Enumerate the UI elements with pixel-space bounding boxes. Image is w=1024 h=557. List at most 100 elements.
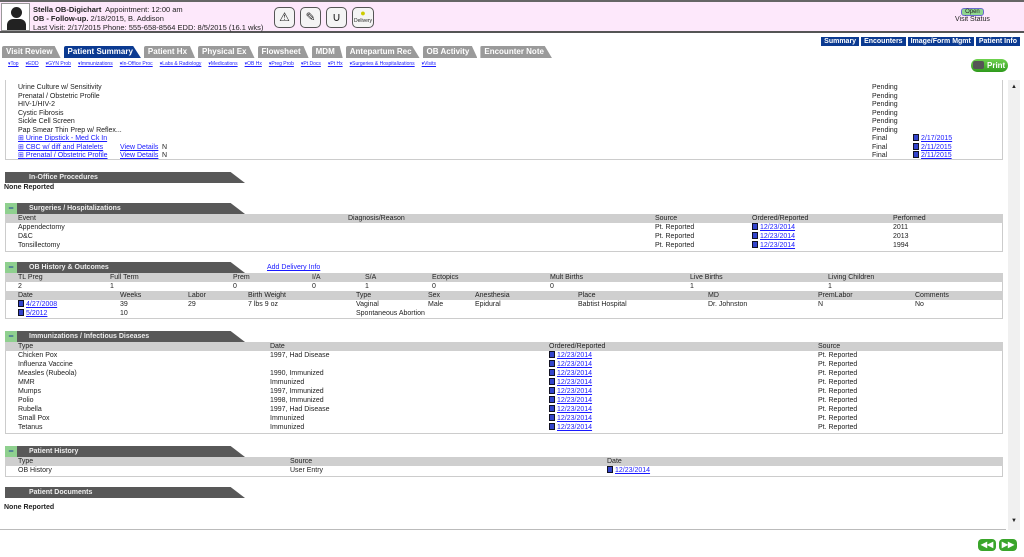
collapse-icon[interactable]: − (5, 262, 17, 273)
document-icon[interactable] (913, 151, 919, 158)
tab-visit-review[interactable]: Visit Review (2, 46, 61, 58)
table-cell[interactable]: 12/23/2014 (549, 423, 592, 432)
table-cell[interactable]: 5/2012 (18, 309, 47, 318)
anchor-link[interactable]: ▾GYN Prob (46, 61, 71, 67)
document-icon[interactable] (549, 414, 555, 421)
tab-physical-ex[interactable]: Physical Ex (198, 46, 255, 58)
date-link[interactable]: 12/23/2014 (760, 224, 795, 231)
expand-icon[interactable]: ⊞ (18, 144, 26, 151)
collapse-icon[interactable]: − (5, 446, 17, 457)
visit-status[interactable]: Open Visit Status (955, 8, 990, 23)
date-link[interactable]: 12/23/2014 (557, 370, 592, 377)
tab-antepartum-rec[interactable]: Antepartum Rec (345, 46, 420, 58)
date-link[interactable]: 2/11/2015 (921, 152, 952, 159)
table-cell[interactable]: 12/23/2014 (549, 414, 592, 423)
anchor-link[interactable]: ▾In-Office Proc (120, 61, 153, 67)
table-cell[interactable]: 12/23/2014 (752, 241, 795, 250)
document-icon[interactable] (549, 423, 555, 430)
table-cell[interactable]: 12/23/2014 (549, 396, 592, 405)
date-link[interactable]: 12/23/2014 (557, 379, 592, 386)
document-icon[interactable] (18, 300, 24, 307)
document-icon[interactable] (752, 232, 758, 239)
document-icon[interactable] (549, 351, 555, 358)
visit-status-badge[interactable]: Open (961, 8, 984, 16)
tab-patient-summary[interactable]: Patient Summary (63, 46, 141, 58)
anchor-link[interactable]: ▾Top (8, 61, 19, 67)
document-icon[interactable] (549, 369, 555, 376)
anchor-link[interactable]: ▾Preg Prob (269, 61, 294, 67)
lab-name-link[interactable]: ⊞ Prenatal / Obstetric Profile (18, 151, 108, 160)
alert-icon[interactable]: ⚠ (274, 7, 295, 28)
date-link[interactable]: 4/27/2008 (26, 301, 57, 308)
tab-flowsheet[interactable]: Flowsheet (257, 46, 309, 58)
document-icon[interactable] (752, 223, 758, 230)
nav-summary[interactable]: Summary (821, 37, 860, 46)
anchor-link[interactable]: ▾EDD (26, 61, 39, 67)
lab-name[interactable]: CBC w/ diff and Platelets (26, 144, 103, 151)
anchor-link[interactable]: ▾Immunizations (78, 61, 113, 67)
document-icon[interactable] (18, 309, 24, 316)
nav-patient-info[interactable]: Patient Info (975, 37, 1020, 46)
document-icon[interactable] (549, 378, 555, 385)
date-link[interactable]: 12/23/2014 (557, 388, 592, 395)
delivery-button[interactable]: ● Delivery (352, 7, 374, 28)
stethoscope-icon[interactable]: ∪ (326, 7, 347, 28)
print-button[interactable]: Print (971, 59, 1008, 72)
anchor-link[interactable]: ▾Labs & Radiology (160, 61, 202, 67)
date-link[interactable]: 2/17/2015 (921, 135, 952, 142)
document-icon[interactable] (752, 241, 758, 248)
previous-button[interactable]: ◀◀ (978, 539, 996, 551)
date-link[interactable]: 12/23/2014 (557, 415, 592, 422)
table-cell[interactable]: 12/23/2014 (752, 232, 795, 241)
table-cell[interactable]: 4/27/2008 (18, 300, 57, 309)
tab-patient-hx[interactable]: Patient Hx (143, 46, 196, 58)
date-link[interactable]: 2/11/2015 (921, 144, 952, 151)
anchor-link[interactable]: ▾Pt Docs (301, 61, 321, 67)
tab-ob-activity[interactable]: OB Activity (422, 46, 478, 58)
anchor-link[interactable]: ▾OB Hx (245, 61, 262, 67)
add-delivery-info-link[interactable]: Add Delivery Info (267, 264, 320, 271)
table-cell[interactable]: 12/23/2014 (549, 387, 592, 396)
document-icon[interactable] (913, 142, 919, 150)
anchor-link[interactable]: ▾Pt Hx (328, 61, 343, 67)
anchor-link[interactable]: ▾Medications (208, 61, 237, 67)
document-icon[interactable] (549, 360, 555, 367)
date-link[interactable]: 5/2012 (26, 310, 47, 317)
date-link[interactable]: 12/23/2014 (557, 361, 592, 368)
expand-icon[interactable]: ⊞ (18, 152, 26, 159)
document-icon[interactable] (549, 396, 555, 403)
anchor-link[interactable]: ▾Visits (422, 61, 436, 67)
date-link[interactable]: 12/23/2014 (760, 242, 795, 249)
lab-name[interactable]: Urine Dipstick - Med Ck In (26, 135, 107, 142)
collapse-icon[interactable]: − (5, 331, 17, 342)
document-icon[interactable] (549, 387, 555, 394)
document-icon[interactable] (549, 405, 555, 412)
anchor-link[interactable]: ▾Surgeries & Hospitalizations (350, 61, 415, 67)
date-link[interactable]: 12/23/2014 (615, 467, 650, 474)
notes-icon[interactable]: ✎ (300, 7, 321, 28)
date-link[interactable]: 12/23/2014 (557, 352, 592, 359)
tab-mdm[interactable]: MDM (311, 46, 343, 58)
document-icon[interactable] (607, 466, 613, 473)
scroll-up-icon[interactable]: ▲ (1010, 84, 1018, 92)
date-link[interactable]: 12/23/2014 (557, 424, 592, 431)
nav-image-form-mgmt[interactable]: Image/Form Mgmt (907, 37, 974, 46)
table-cell[interactable]: 12/23/2014 (549, 369, 592, 378)
date-link[interactable]: 12/23/2014 (557, 397, 592, 404)
scroll-down-icon[interactable]: ▼ (1010, 518, 1018, 526)
table-cell[interactable]: 12/23/2014 (549, 405, 592, 414)
lab-name[interactable]: Prenatal / Obstetric Profile (26, 152, 108, 159)
view-details-link[interactable]: View Details (120, 151, 158, 160)
date-link[interactable]: 12/23/2014 (557, 406, 592, 413)
next-button[interactable]: ▶▶ (999, 539, 1017, 551)
tab-encounter-note[interactable]: Encounter Note (480, 46, 552, 58)
collapse-icon[interactable]: − (5, 203, 17, 214)
document-icon[interactable] (913, 134, 919, 141)
table-cell[interactable]: 12/23/2014 (549, 351, 592, 360)
scrollbar[interactable]: ▲ ▼ (1008, 80, 1020, 530)
date-link[interactable]: 12/23/2014 (760, 233, 795, 240)
table-cell[interactable]: 12/23/2014 (549, 360, 592, 369)
lab-date[interactable]: 2/11/2015 (913, 151, 952, 160)
table-cell[interactable]: 12/23/2014 (607, 466, 650, 475)
table-cell[interactable]: 12/23/2014 (752, 223, 795, 232)
